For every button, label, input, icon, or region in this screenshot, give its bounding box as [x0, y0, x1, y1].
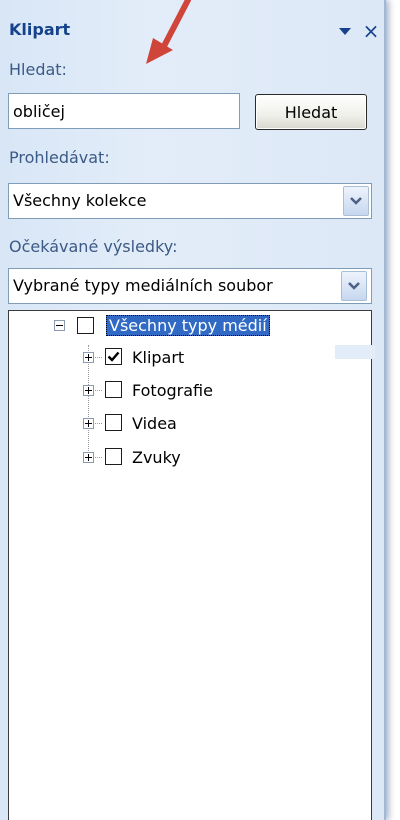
tree-row: Klipart — [0, 345, 384, 375]
chevron-down-icon[interactable] — [343, 186, 369, 216]
fotografie-checkbox[interactable] — [105, 381, 122, 398]
root-checkbox[interactable] — [77, 317, 94, 334]
tree-row: Zvuky — [0, 445, 384, 475]
klipart-checkbox[interactable] — [105, 348, 122, 365]
clipart-task-pane: Klipart × Hledat: Hledat Prohledávat: Vš… — [0, 0, 386, 820]
chevron-down-icon[interactable] — [341, 271, 367, 301]
plus-box-icon[interactable] — [83, 352, 94, 363]
search-input[interactable] — [8, 93, 240, 129]
results-select-value: Vybrané typy mediálních soubor — [13, 276, 273, 295]
plus-box-icon[interactable] — [83, 452, 94, 463]
search-label: Hledat: — [9, 60, 67, 79]
tree-item-label[interactable]: Zvuky — [132, 448, 181, 467]
scope-label: Prohledávat: — [9, 148, 110, 167]
tree-row-root: Všechny typy médií — [0, 312, 384, 342]
plus-box-icon[interactable] — [83, 418, 94, 429]
close-icon[interactable]: × — [360, 18, 382, 44]
search-button[interactable]: Hledat — [255, 94, 367, 130]
videa-checkbox[interactable] — [105, 414, 122, 431]
plus-box-icon[interactable] — [83, 385, 94, 396]
scope-select[interactable]: Všechny kolekce — [8, 183, 372, 219]
pane-menu-dropdown-icon[interactable] — [338, 24, 352, 38]
minus-box-icon[interactable] — [54, 320, 65, 331]
tree-row: Fotografie — [0, 378, 384, 408]
pane-title: Klipart — [9, 20, 71, 39]
results-select[interactable]: Vybrané typy mediálních soubor — [8, 268, 372, 304]
results-label: Očekávané výsledky: — [9, 237, 178, 256]
scope-select-value: Všechny kolekce — [13, 191, 147, 210]
tree-item-label[interactable]: Videa — [132, 414, 177, 433]
tree-root-label[interactable]: Všechny typy médií — [106, 315, 270, 336]
tree-border-gap — [335, 345, 375, 359]
checkmark-icon — [107, 351, 120, 362]
red-arrow-icon — [146, 0, 191, 64]
tree-item-label[interactable]: Klipart — [132, 348, 184, 367]
tree-item-label[interactable]: Fotografie — [132, 381, 213, 400]
tree-row: Videa — [0, 411, 384, 441]
zvuky-checkbox[interactable] — [105, 448, 122, 465]
